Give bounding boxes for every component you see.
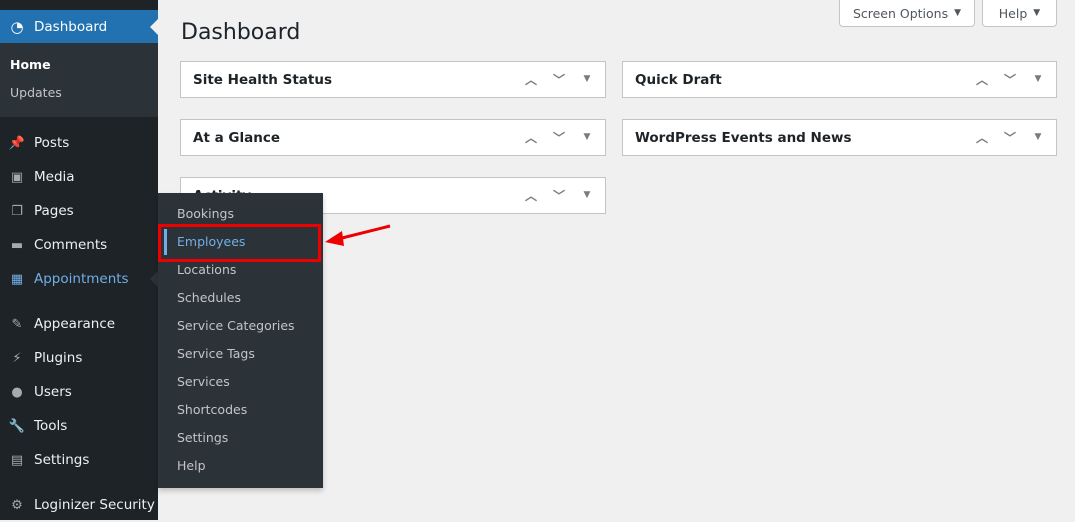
caret-down-icon: ▼ bbox=[954, 8, 962, 18]
menu-appearance[interactable]: ✎ Appearance bbox=[0, 307, 158, 341]
caret-down-icon: ▼ bbox=[1033, 8, 1041, 18]
menu-appointments[interactable]: ▦ Appointments bbox=[0, 262, 158, 296]
move-down-icon[interactable]: ﹀ bbox=[551, 71, 567, 88]
flyout-item-shortcodes[interactable]: Shortcodes bbox=[177, 396, 247, 424]
toggle-panel-icon[interactable]: ▼ bbox=[1030, 71, 1046, 88]
submenu-home[interactable]: Home bbox=[10, 57, 51, 72]
toggle-panel-icon[interactable]: ▼ bbox=[579, 129, 595, 146]
menu-media[interactable]: ▣ Media bbox=[0, 160, 158, 194]
widget-title: Quick Draft bbox=[635, 71, 722, 88]
menu-plugins[interactable]: ⚡ Plugins bbox=[0, 341, 158, 375]
menu-posts[interactable]: 📌 Posts bbox=[0, 126, 158, 160]
user-icon: ● bbox=[11, 384, 23, 400]
dashboard-widget: At a Glance ︿ ﹀ ▼ bbox=[180, 119, 606, 156]
settings-icon: ▤ bbox=[10, 452, 24, 468]
dashboard-submenu: Home Updates bbox=[0, 43, 158, 117]
menu-settings[interactable]: ▤ Settings bbox=[0, 443, 158, 477]
widget-title: WordPress Events and News bbox=[635, 129, 852, 146]
menu-users[interactable]: ● Users bbox=[0, 375, 158, 409]
widget-title: At a Glance bbox=[193, 129, 280, 146]
menu-comments[interactable]: ▬ Comments bbox=[0, 228, 158, 262]
flyout-item-settings[interactable]: Settings bbox=[177, 424, 228, 452]
flyout-item-service-tags[interactable]: Service Tags bbox=[177, 340, 255, 368]
move-up-icon[interactable]: ︿ bbox=[523, 129, 539, 146]
submenu-updates[interactable]: Updates bbox=[10, 85, 62, 100]
move-down-icon[interactable]: ﹀ bbox=[551, 187, 567, 204]
move-up-icon[interactable]: ︿ bbox=[523, 71, 539, 88]
gear-icon: ⚙ bbox=[11, 497, 23, 513]
toggle-panel-icon[interactable]: ▼ bbox=[1030, 129, 1046, 146]
calendar-icon: ▦ bbox=[10, 271, 24, 287]
comment-icon: ▬ bbox=[10, 237, 24, 253]
highlight-box bbox=[158, 224, 321, 262]
flyout-item-help[interactable]: Help bbox=[177, 452, 206, 480]
pin-icon: 📌 bbox=[8, 135, 26, 151]
dashboard-widget: WordPress Events and News ︿ ﹀ ▼ bbox=[622, 119, 1057, 156]
widget-title: Site Health Status bbox=[193, 71, 333, 88]
flyout-item-services[interactable]: Services bbox=[177, 368, 230, 396]
move-up-icon[interactable]: ︿ bbox=[974, 129, 990, 146]
move-up-icon[interactable]: ︿ bbox=[523, 187, 539, 204]
plugin-icon: ⚡ bbox=[12, 350, 22, 366]
toggle-panel-icon[interactable]: ▼ bbox=[579, 187, 595, 204]
admin-sidebar: ◔ Dashboard Home Updates 📌 Posts ▣ Media ❐ Pag… bbox=[0, 0, 158, 520]
menu-loginizer-security[interactable]: ⚙ Loginizer Security bbox=[0, 488, 158, 522]
pages-icon: ❐ bbox=[11, 203, 23, 219]
current-indicator bbox=[164, 229, 167, 255]
move-down-icon[interactable]: ﹀ bbox=[551, 129, 567, 146]
move-down-icon[interactable]: ﹀ bbox=[1002, 71, 1018, 88]
arrow-annotation bbox=[325, 224, 391, 246]
flyout-item-service-categories[interactable]: Service Categories bbox=[177, 312, 295, 340]
toggle-panel-icon[interactable]: ▼ bbox=[579, 71, 595, 88]
media-icon: ▣ bbox=[10, 169, 24, 185]
wrench-icon: 🔧 bbox=[8, 418, 26, 434]
page-title: Dashboard bbox=[181, 20, 301, 45]
menu-pages[interactable]: ❐ Pages bbox=[0, 194, 158, 228]
dashboard-icon: ◔ bbox=[10, 18, 24, 36]
flyout-item-schedules[interactable]: Schedules bbox=[177, 284, 241, 312]
move-down-icon[interactable]: ﹀ bbox=[1002, 129, 1018, 146]
screen-options-button[interactable]: Screen Options ▼ bbox=[839, 0, 975, 27]
brush-icon: ✎ bbox=[11, 316, 23, 332]
dashboard-widget: Site Health Status ︿ ﹀ ▼ bbox=[180, 61, 606, 98]
menu-tools[interactable]: 🔧 Tools bbox=[0, 409, 158, 443]
help-button[interactable]: Help ▼ bbox=[982, 0, 1057, 27]
move-up-icon[interactable]: ︿ bbox=[974, 71, 990, 88]
menu-dashboard[interactable]: ◔ Dashboard bbox=[0, 10, 158, 44]
dashboard-widget: Quick Draft ︿ ﹀ ▼ bbox=[622, 61, 1057, 98]
